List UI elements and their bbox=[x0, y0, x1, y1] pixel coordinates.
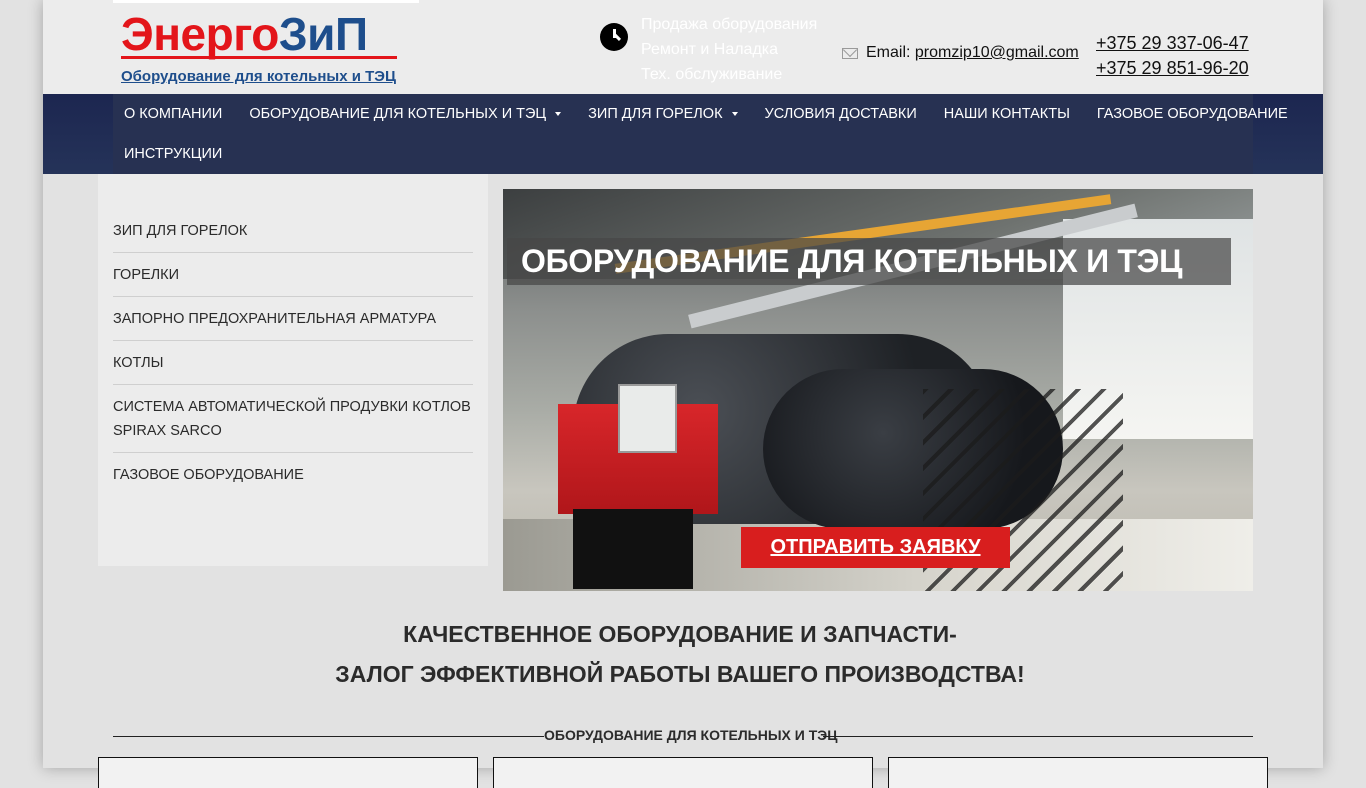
envelope-icon bbox=[842, 48, 858, 59]
main-nav-inner: О КОМПАНИИ ОБОРУДОВАНИЕ ДЛЯ КОТЕЛЬНЫХ И … bbox=[113, 94, 1288, 174]
product-card[interactable] bbox=[98, 757, 478, 788]
sidebar-item-blowdown-system[interactable]: СИСТЕМА АВТОМАТИЧЕСКОЙ ПРОДУВКИ КОТЛОВ S… bbox=[113, 395, 473, 443]
nav-row-1: О КОМПАНИИ ОБОРУДОВАНИЕ ДЛЯ КОТЕЛЬНЫХ И … bbox=[124, 94, 1315, 134]
sidebar-divider bbox=[113, 252, 473, 253]
sidebar-divider bbox=[113, 452, 473, 453]
services-list: Продажа оборудования Ремонт и Наладка Те… bbox=[641, 12, 817, 87]
nav-item-instructions[interactable]: ИНСТРУКЦИИ bbox=[124, 146, 222, 162]
phone-link[interactable]: +375 29 337-06-47 bbox=[1096, 31, 1249, 56]
nav-item-about[interactable]: О КОМПАНИИ bbox=[124, 106, 222, 122]
tagline-line: КАЧЕСТВЕННОЕ ОБОРУДОВАНИЕ И ЗАПЧАСТИ- bbox=[403, 621, 957, 647]
sidebar-divider bbox=[113, 340, 473, 341]
section-title: ОБОРУДОВАНИЕ ДЛЯ КОТЕЛЬНЫХ И ТЭЦ bbox=[544, 727, 838, 743]
sidebar-item-burners[interactable]: ГОРЕЛКИ bbox=[113, 263, 473, 287]
logo-subtitle: Оборудование для котельных и ТЭЦ bbox=[121, 68, 396, 85]
product-card[interactable] bbox=[493, 757, 873, 788]
product-card[interactable] bbox=[888, 757, 1268, 788]
logo-underline bbox=[121, 56, 397, 59]
page: ЭнергоЗиП Оборудование для котельных и Т… bbox=[43, 0, 1323, 788]
sidebar-item-boilers[interactable]: КОТЛЫ bbox=[113, 351, 473, 375]
caret-down-icon bbox=[555, 112, 562, 116]
logo-wordmark: ЭнергоЗиП bbox=[121, 8, 368, 60]
nav-item-label: ИНСТРУКЦИИ bbox=[124, 146, 223, 162]
nav-item-label: УСЛОВИЯ ДОСТАВКИ bbox=[764, 106, 917, 122]
sidebar-item-valves[interactable]: ЗАПОРНО ПРЕДОХРАНИТЕЛЬНАЯ АРМАТУРА bbox=[113, 307, 473, 331]
logo-name-red: Энерго bbox=[121, 8, 279, 60]
nav-item-label: НАШИ КОНТАКТЫ bbox=[943, 106, 1070, 122]
site-logo[interactable]: ЭнергоЗиП Оборудование для котельных и Т… bbox=[113, 0, 419, 94]
nav-item-label: ГАЗОВОЕ ОБОРУДОВАНИЕ bbox=[1096, 106, 1288, 122]
sidebar-menu: ЗИП ДЛЯ ГОРЕЛОК ГОРЕЛКИ ЗАПОРНО ПРЕДОХРА… bbox=[98, 174, 488, 566]
hero-image-control-panel bbox=[618, 384, 677, 453]
hero-title: ОБОРУДОВАНИЕ ДЛЯ КОТЕЛЬНЫХ И ТЭЦ bbox=[521, 243, 1183, 279]
sidebar-item-burner-parts[interactable]: ЗИП ДЛЯ ГОРЕЛОК bbox=[113, 219, 473, 243]
section-divider bbox=[823, 736, 1253, 737]
nav-item-delivery[interactable]: УСЛОВИЯ ДОСТАВКИ bbox=[765, 106, 917, 122]
tagline: КАЧЕСТВЕННОЕ ОБОРУДОВАНИЕ И ЗАПЧАСТИ- ЗА… bbox=[0, 614, 1360, 694]
clock-icon bbox=[600, 23, 628, 51]
logo-name-blue: ЗиП bbox=[278, 8, 368, 60]
nav-item-label: ЗИП ДЛЯ ГОРЕЛОК bbox=[588, 106, 723, 122]
tagline-line: ЗАЛОГ ЭФФЕКТИВНОЙ РАБОТЫ ВАШЕГО ПРОИЗВОД… bbox=[335, 661, 1025, 687]
nav-item-equipment[interactable]: ОБОРУДОВАНИЕ ДЛЯ КОТЕЛЬНЫХ И ТЭЦ bbox=[249, 106, 562, 122]
caret-down-icon bbox=[731, 112, 738, 116]
sidebar-divider bbox=[113, 296, 473, 297]
logo-top-bar bbox=[113, 0, 419, 3]
nav-item-label: ОБОРУДОВАНИЕ ДЛЯ КОТЕЛЬНЫХ И ТЭЦ bbox=[249, 106, 547, 122]
service-item: Тех. обслуживание bbox=[641, 66, 783, 83]
email-link[interactable]: promzip10@gmail.com bbox=[915, 44, 1079, 61]
main-nav: О КОМПАНИИ ОБОРУДОВАНИЕ ДЛЯ КОТЕЛЬНЫХ И … bbox=[43, 94, 1323, 174]
phone-link[interactable]: +375 29 851-96-20 bbox=[1096, 56, 1249, 81]
nav-row-2: ИНСТРУКЦИИ bbox=[124, 134, 249, 174]
section-divider bbox=[113, 736, 544, 737]
hero-image-burner-base bbox=[573, 509, 693, 589]
sidebar-divider bbox=[113, 384, 473, 385]
nav-item-gas-equipment[interactable]: ГАЗОВОЕ ОБОРУДОВАНИЕ bbox=[1097, 106, 1288, 122]
nav-item-contacts[interactable]: НАШИ КОНТАКТЫ bbox=[944, 106, 1070, 122]
nav-item-burner-parts[interactable]: ЗИП ДЛЯ ГОРЕЛОК bbox=[588, 106, 738, 122]
phone-numbers: +375 29 337-06-47 +375 29 851-96-20 bbox=[1096, 31, 1249, 81]
hero-banner: ОБОРУДОВАНИЕ ДЛЯ КОТЕЛЬНЫХ И ТЭЦ ОТПРАВИ… bbox=[503, 189, 1253, 591]
service-item: Ремонт и Наладка bbox=[641, 41, 779, 58]
email-contact: Email: promzip10@gmail.com bbox=[866, 44, 1079, 62]
sidebar-item-gas-equipment[interactable]: ГАЗОВОЕ ОБОРУДОВАНИЕ bbox=[113, 463, 473, 487]
email-label: Email: bbox=[866, 44, 915, 61]
submit-request-button[interactable]: ОТПРАВИТЬ ЗАЯВКУ bbox=[741, 527, 1010, 568]
service-item: Продажа оборудования bbox=[641, 16, 818, 33]
nav-item-label: О КОМПАНИИ bbox=[124, 106, 223, 122]
site-header: ЭнергоЗиП Оборудование для котельных и Т… bbox=[43, 0, 1323, 94]
